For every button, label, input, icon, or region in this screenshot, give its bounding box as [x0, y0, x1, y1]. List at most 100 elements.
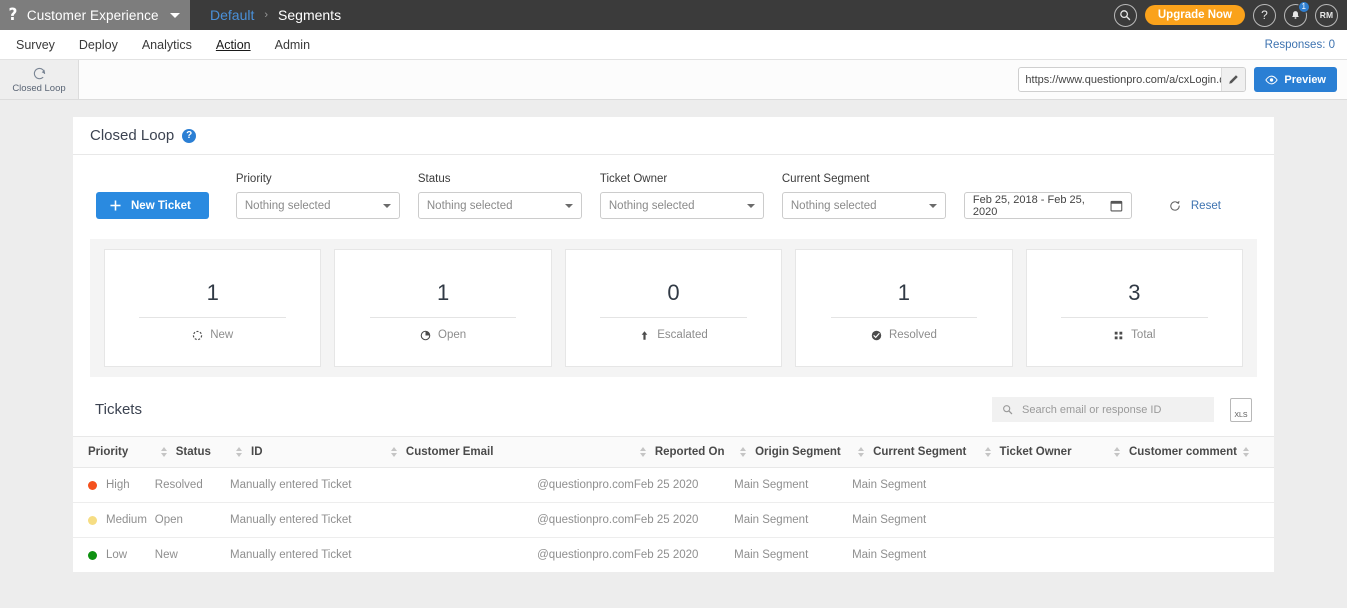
filter-current-segment-label: Current Segment: [782, 173, 946, 185]
cell-customer-email: @questionpro.com: [385, 468, 634, 503]
kpi-label-row: New: [192, 329, 233, 341]
column-label: Customer comment: [1129, 446, 1237, 458]
nav-item-admin[interactable]: Admin: [263, 30, 322, 60]
column-header-ticket-owner[interactable]: Ticket Owner: [979, 437, 1108, 468]
upgrade-now-button[interactable]: Upgrade Now: [1145, 5, 1245, 25]
filter-status-select[interactable]: Nothing selected: [418, 192, 582, 219]
column-label: Origin Segment: [755, 446, 841, 458]
nav-item-analytics[interactable]: Analytics: [130, 30, 204, 60]
nav-item-action[interactable]: Action: [204, 30, 263, 60]
cell-current-segment: Main Segment: [852, 538, 978, 573]
tickets-table: Priority Status ID Customer Email Report…: [73, 436, 1274, 573]
export-xls-button[interactable]: XLS: [1230, 398, 1252, 422]
column-header-id[interactable]: ID: [230, 437, 385, 468]
priority-dot: [88, 481, 97, 490]
kpi-label-row: Total: [1113, 329, 1155, 341]
top-bar-actions: Upgrade Now ? 1 RM: [1114, 0, 1347, 30]
column-header-current-segment[interactable]: Current Segment: [852, 437, 978, 468]
filter-status-value: Nothing selected: [427, 200, 513, 212]
brand-selector[interactable]: ? Customer Experience: [0, 0, 190, 30]
page-title-row: Closed Loop ?: [73, 117, 1274, 155]
chevron-down-icon: [170, 13, 180, 18]
table-row[interactable]: Low New Manually entered Ticket @questio…: [73, 538, 1274, 573]
kpi-label-row: Open: [420, 329, 466, 341]
closed-loop-panel: Closed Loop ? New Ticket Priority Nothin…: [73, 117, 1274, 573]
cell-ticket-owner: [979, 538, 1108, 573]
chevron-down-icon: [383, 204, 391, 208]
breadcrumb-separator-icon: ›: [264, 9, 268, 21]
column-header-priority[interactable]: Priority: [73, 437, 155, 468]
filter-current-segment-value: Nothing selected: [791, 200, 877, 212]
survey-url-box[interactable]: https://www.questionpro.com/a/cxLogin.do…: [1018, 67, 1246, 92]
plus-icon: [110, 200, 121, 211]
new-ticket-button[interactable]: New Ticket: [96, 192, 209, 219]
column-header-origin-segment[interactable]: Origin Segment: [734, 437, 852, 468]
sort-icon[interactable]: [858, 447, 864, 457]
filter-current-segment-select[interactable]: Nothing selected: [782, 192, 946, 219]
reset-label: Reset: [1191, 200, 1221, 212]
kpi-card-total[interactable]: 3 Total: [1026, 249, 1243, 367]
cell-reported-on: Feb 25 2020: [634, 468, 734, 503]
filter-status-label: Status: [418, 173, 582, 185]
arrow-up-icon: [639, 330, 650, 341]
table-row[interactable]: Medium Open Manually entered Ticket @que…: [73, 503, 1274, 538]
column-header-reported-on[interactable]: Reported On: [634, 437, 734, 468]
kpi-card-resolved[interactable]: 1 Resolved: [795, 249, 1012, 367]
column-header-status[interactable]: Status: [155, 437, 230, 468]
kpi-strip: 1 New 1: [90, 239, 1257, 377]
kpi-card-open[interactable]: 1 Open: [334, 249, 551, 367]
filter-current-segment: Current Segment Nothing selected: [782, 173, 946, 219]
filter-bar: New Ticket Priority Nothing selected Sta…: [73, 155, 1274, 239]
calendar-icon: [1110, 199, 1123, 212]
kpi-value: 0: [667, 282, 679, 304]
xls-file-icon: XLS: [1234, 412, 1247, 419]
cell-id: Manually entered Ticket: [230, 538, 385, 573]
sort-icon[interactable]: [161, 447, 167, 457]
priority-label: Medium: [106, 514, 147, 526]
breadcrumb-default[interactable]: Default: [210, 7, 254, 23]
date-range-picker[interactable]: Feb 25, 2018 - Feb 25, 2020: [964, 192, 1132, 219]
notifications-button[interactable]: 1: [1284, 4, 1307, 27]
help-button[interactable]: ?: [1253, 4, 1276, 27]
filter-status: Status Nothing selected: [418, 173, 582, 219]
sort-icon[interactable]: [236, 447, 242, 457]
sort-icon[interactable]: [1243, 447, 1249, 457]
column-header-customer-email[interactable]: Customer Email: [385, 437, 634, 468]
kpi-divider: [1061, 317, 1207, 318]
cell-origin-segment: Main Segment: [734, 468, 852, 503]
breadcrumb: Default › Segments: [190, 0, 341, 30]
filter-priority-select[interactable]: Nothing selected: [236, 192, 400, 219]
filter-priority-value: Nothing selected: [245, 200, 331, 212]
table-row[interactable]: High Resolved Manually entered Ticket @q…: [73, 468, 1274, 503]
date-range-value: Feb 25, 2018 - Feb 25, 2020: [973, 194, 1110, 218]
cell-priority: Low: [73, 538, 155, 573]
column-header-customer-comment[interactable]: Customer comment: [1108, 437, 1274, 468]
sort-icon[interactable]: [640, 447, 646, 457]
search-button[interactable]: [1114, 4, 1137, 27]
question-help-icon[interactable]: ?: [182, 129, 196, 143]
sort-icon[interactable]: [740, 447, 746, 457]
search-input[interactable]: Search email or response ID: [992, 397, 1214, 422]
column-label: ID: [251, 446, 263, 458]
avatar[interactable]: RM: [1315, 4, 1338, 27]
kpi-value: 3: [1128, 282, 1140, 304]
column-label: Customer Email: [406, 446, 494, 458]
cell-ticket-owner: [979, 503, 1108, 538]
sort-icon[interactable]: [985, 447, 991, 457]
subtab-closed-loop[interactable]: Closed Loop: [0, 60, 79, 99]
cell-ticket-owner: [979, 468, 1108, 503]
filter-ticket-owner-select[interactable]: Nothing selected: [600, 192, 764, 219]
nav-item-deploy[interactable]: Deploy: [67, 30, 130, 60]
grid-dots-icon: [1113, 330, 1124, 341]
sort-icon[interactable]: [391, 447, 397, 457]
kpi-card-new[interactable]: 1 New: [104, 249, 321, 367]
kpi-card-escalated[interactable]: 0 Escalated: [565, 249, 782, 367]
kpi-label: Escalated: [657, 329, 708, 341]
reset-control[interactable]: Reset: [1168, 192, 1221, 219]
edit-url-button[interactable]: [1221, 68, 1245, 91]
nav-item-survey[interactable]: Survey: [4, 30, 67, 60]
preview-button[interactable]: Preview: [1254, 67, 1337, 92]
question-mark-icon: ?: [1261, 8, 1268, 22]
sort-icon[interactable]: [1114, 447, 1120, 457]
tickets-tools: Search email or response ID XLS: [992, 397, 1252, 422]
